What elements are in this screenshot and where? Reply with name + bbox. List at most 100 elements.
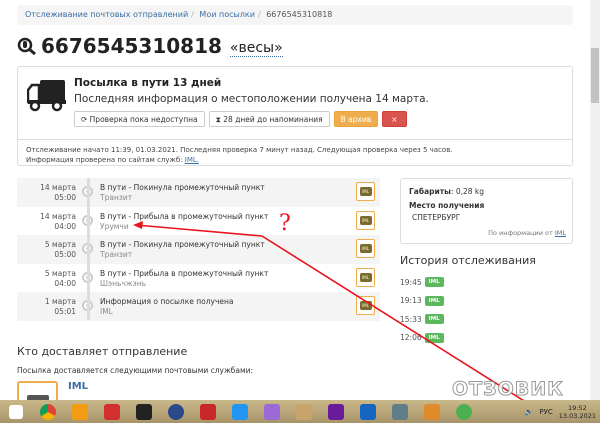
- timeline-row: 1 марта 05:01 Информация о посылке получе…: [17, 292, 380, 321]
- history-badge: IML: [424, 277, 444, 288]
- status-heading: Посылка в пути 13 дней: [74, 77, 222, 89]
- event-time: 05:00: [54, 250, 76, 259]
- event-date: 14 марта: [40, 211, 76, 221]
- breadcrumb-my-parcels[interactable]: Мои посылки: [199, 10, 255, 19]
- pdf-tool-icon[interactable]: [128, 400, 160, 423]
- checked-sites-label: Информация проверена по сайтам служб:: [26, 156, 185, 164]
- iml-carrier-icon: IML: [356, 210, 375, 230]
- destination-value: СПЕТЕРБУРГ: [412, 213, 461, 222]
- reminder-button[interactable]: ⧗ 28 дней до напоминания: [208, 111, 330, 127]
- history-badge: IML: [424, 314, 444, 325]
- history-item[interactable]: 12:06 IML: [400, 329, 444, 348]
- event-time: 04:00: [54, 221, 76, 231]
- carrier-link[interactable]: IML: [68, 381, 88, 392]
- iml-carrier-icon: IML: [356, 267, 375, 287]
- timeline: 14 марта 05:00 В пути - Покинула промежут…: [17, 178, 380, 321]
- status-subheading: Последняя информация о местоположении по…: [74, 93, 429, 105]
- history-list: 19:45 IML 19:13 IML 15:33 IML 12:06 IML: [400, 273, 444, 347]
- event-title: В пути - Прибыла в промежуточный пункт: [100, 268, 269, 278]
- iml-carrier-icon: IML: [356, 296, 375, 315]
- status-panel: Посылка в пути 13 дней Последняя информа…: [17, 66, 573, 166]
- refresh-icon: ⟳: [81, 115, 90, 124]
- game-icon[interactable]: [448, 400, 480, 423]
- check-button[interactable]: ⟳ Проверка пока недоступна: [74, 111, 205, 127]
- iml-link[interactable]: IML.: [185, 156, 199, 164]
- x-app-icon[interactable]: [160, 400, 192, 423]
- event-title: В пути - Покинула промежуточный пункт: [100, 183, 265, 192]
- tracking-number: 6676545310818: [41, 34, 222, 58]
- truck-icon: [27, 80, 66, 112]
- event-place: Шэньчжэнь: [100, 278, 147, 288]
- breadcrumb-current: 6676545310818: [266, 10, 333, 19]
- network-icon[interactable]: [384, 400, 416, 423]
- event-place: Транзит: [100, 193, 133, 202]
- search-parcel-icon: [17, 37, 36, 55]
- event-place: Транзит: [100, 250, 133, 259]
- pocket-icon[interactable]: [224, 400, 256, 423]
- pdf-reader-icon[interactable]: [96, 400, 128, 423]
- breadcrumb: Отслеживание почтовых отправлений / Мои п…: [17, 5, 573, 25]
- size-value: : 0,28 kg: [450, 187, 485, 196]
- event-time: 05:00: [54, 193, 76, 202]
- source-text: По информации от: [488, 229, 555, 237]
- speaker-icon[interactable]: 🔈: [525, 408, 534, 416]
- archive-app-icon[interactable]: [320, 400, 352, 423]
- timeline-row: 14 марта 04:00 В пути - Прибыла в промежу…: [17, 207, 380, 236]
- history-badge: IML: [424, 295, 444, 306]
- event-date: 5 марта: [44, 240, 76, 249]
- parcel-label[interactable]: «весы»: [229, 40, 283, 57]
- event-title: Информация о посылке получена: [100, 297, 234, 306]
- history-item[interactable]: 19:13 IML: [400, 292, 444, 311]
- event-time: 05:01: [54, 307, 76, 316]
- download-icon[interactable]: [192, 400, 224, 423]
- history-heading: История отслеживания: [400, 254, 536, 267]
- page: Отслеживание почтовых отправлений / Мои п…: [0, 0, 590, 400]
- archive-button[interactable]: В архив: [333, 111, 379, 127]
- history-time: 19:45: [400, 277, 422, 287]
- timeline-line: [87, 178, 90, 320]
- book-icon[interactable]: [288, 400, 320, 423]
- tools-icon[interactable]: [352, 400, 384, 423]
- scrollbar[interactable]: [590, 0, 600, 400]
- system-tray: 🔈 РУС 19:52 13.03.2021: [525, 400, 596, 423]
- history-badge: IML: [424, 332, 444, 343]
- delivery-text: Посылка доставляется следующими почтовым…: [17, 366, 254, 375]
- source-link[interactable]: IML: [555, 229, 566, 237]
- breadcrumb-tracking[interactable]: Отслеживание почтовых отправлений: [25, 10, 188, 19]
- parcel-info-panel: Габариты: 0,28 kg Место получения СПЕТЕР…: [400, 178, 573, 244]
- history-item[interactable]: 19:45 IML: [400, 273, 444, 292]
- chrome-icon[interactable]: [32, 400, 64, 423]
- iml-carrier-icon: IML: [356, 239, 375, 258]
- event-title: В пути - Покинула промежуточный пункт: [100, 240, 265, 249]
- delete-button[interactable]: ×: [382, 111, 407, 127]
- scrollbar-thumb[interactable]: [591, 48, 599, 103]
- feather-icon[interactable]: [256, 400, 288, 423]
- timeline-row: 5 марта 04:00 В пути - Прибыла в промежут…: [17, 264, 380, 293]
- clock-time: 19:52: [568, 403, 587, 412]
- reminder-button-label: 28 дней до напоминания: [223, 115, 323, 124]
- folder-icon[interactable]: [416, 400, 448, 423]
- destination-label: Место получения: [409, 201, 485, 210]
- timeline-row: 14 марта 05:00 В пути - Покинула промежут…: [17, 178, 380, 207]
- size-label: Габариты: [409, 187, 451, 196]
- event-date: 1 марта: [44, 297, 76, 306]
- history-time: 19:13: [400, 296, 422, 306]
- event-place: IML: [100, 307, 113, 316]
- music-app-icon[interactable]: [64, 400, 96, 423]
- tracking-info-line: Отслеживание начато 11:39, 01.03.2021. П…: [26, 146, 453, 154]
- language-indicator[interactable]: РУС: [539, 408, 552, 416]
- event-title: В пути - Прибыла в промежуточный пункт: [100, 211, 269, 221]
- taskbar: 🔈 РУС 19:52 13.03.2021: [0, 400, 600, 423]
- delivery-heading: Кто доставляет отправление: [17, 345, 188, 358]
- start-button[interactable]: [0, 400, 32, 423]
- watermark-logo: ОТЗОВИК: [452, 378, 564, 401]
- page-title: 6676545310818 «весы»: [17, 34, 283, 58]
- history-time: 15:33: [400, 314, 422, 324]
- clock[interactable]: 19:52 13.03.2021: [559, 404, 596, 420]
- iml-carrier-icon: IML: [356, 182, 375, 201]
- history-item[interactable]: 15:33 IML: [400, 310, 444, 329]
- iml-logo: [17, 381, 58, 400]
- event-date: 14 марта: [40, 183, 76, 192]
- event-time: 04:00: [54, 278, 76, 288]
- clock-date: 13.03.2021: [558, 411, 596, 420]
